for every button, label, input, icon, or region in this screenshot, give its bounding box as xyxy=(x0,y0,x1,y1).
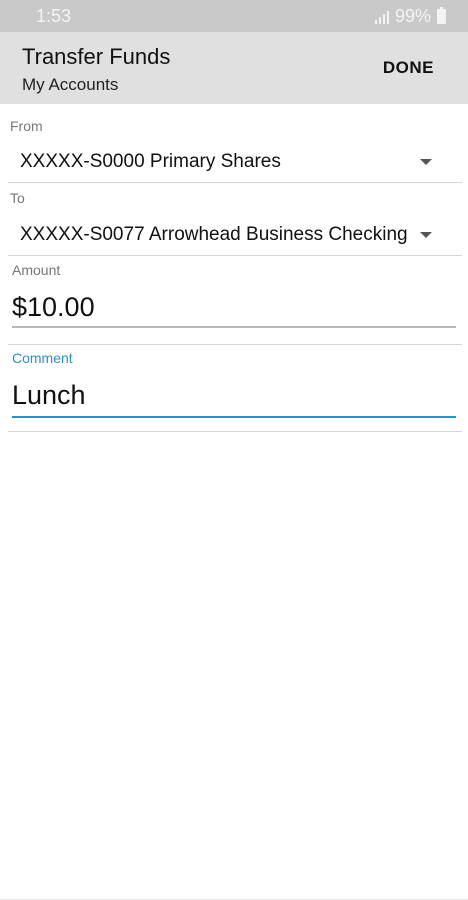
comment-underline xyxy=(12,416,456,418)
amount-divider xyxy=(8,344,462,345)
to-divider xyxy=(8,255,462,256)
battery-icon xyxy=(437,7,446,24)
amount-underline xyxy=(12,326,456,328)
to-dropdown-arrow-icon[interactable] xyxy=(420,232,432,238)
comment-divider xyxy=(8,431,462,432)
battery-percent: 99% xyxy=(394,6,431,26)
from-dropdown-arrow-icon[interactable] xyxy=(420,159,432,165)
from-divider xyxy=(8,182,462,183)
comment-label: Comment xyxy=(12,350,73,366)
to-select[interactable]: XXXXX-S0077 Arrowhead Business Checking xyxy=(20,224,430,246)
done-button[interactable]: DONE xyxy=(383,58,434,78)
from-select[interactable]: XXXXX-S0000 Primary Shares xyxy=(20,151,460,173)
page-title: Transfer Funds xyxy=(22,44,171,69)
signal-icon xyxy=(374,10,389,24)
amount-label: Amount xyxy=(12,262,61,278)
status-bar: 1:53 99% xyxy=(0,0,468,32)
comment-input[interactable]: Lunch xyxy=(12,380,86,411)
to-label: To xyxy=(10,190,25,206)
page-subtitle: My Accounts xyxy=(22,75,119,94)
status-indicators: 99% xyxy=(374,6,446,27)
app-bar: Transfer Funds My Accounts DONE xyxy=(0,32,468,104)
from-label: From xyxy=(10,118,43,134)
status-time: 1:53 xyxy=(36,6,72,26)
amount-input[interactable]: $10.00 xyxy=(12,292,95,323)
